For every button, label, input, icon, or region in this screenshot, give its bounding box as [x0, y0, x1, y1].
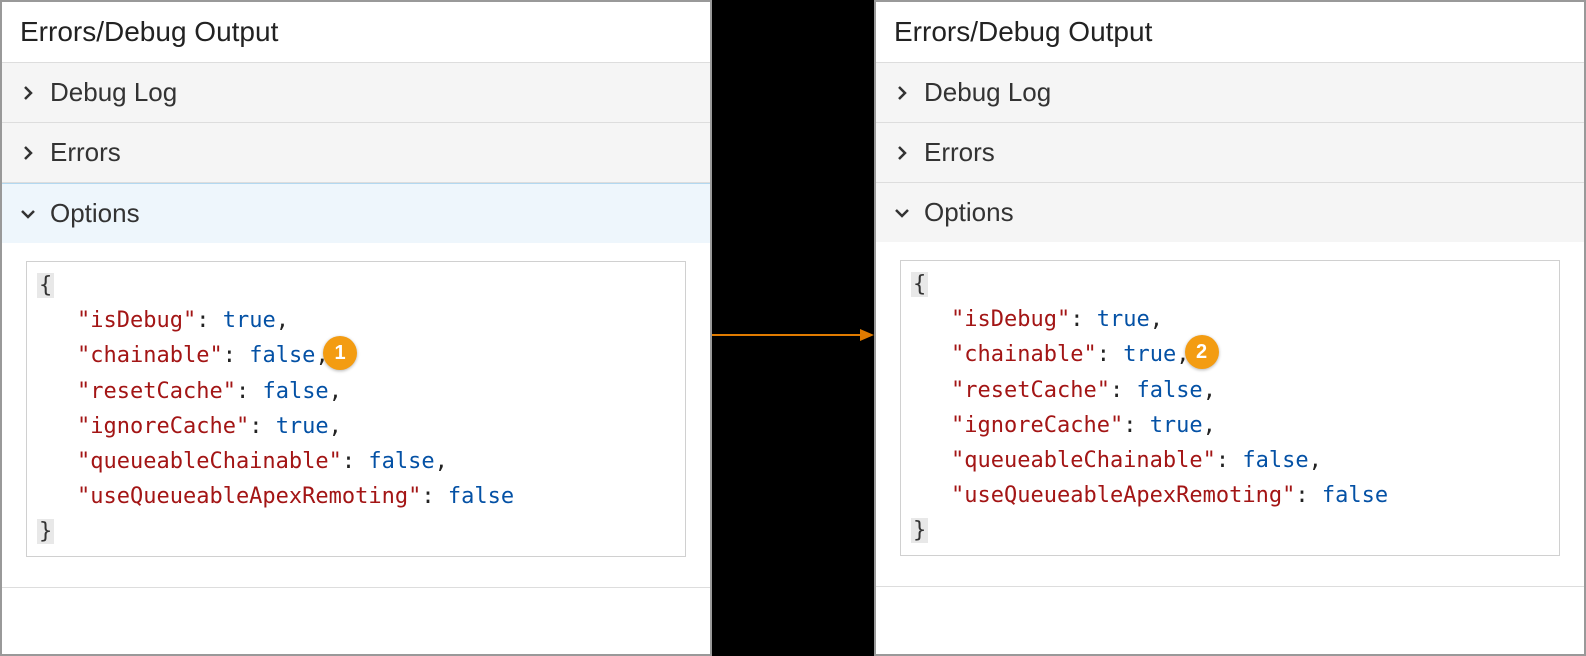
- chevron-down-icon: [20, 206, 36, 222]
- accordion-header-errors[interactable]: Errors: [876, 123, 1584, 182]
- accordion-label: Errors: [924, 137, 995, 168]
- chevron-right-icon: [20, 145, 36, 161]
- accordion-label: Options: [924, 197, 1014, 228]
- accordion-item-options: Options {"isDebug": true,"chainable": fa…: [2, 183, 710, 588]
- accordion-label: Options: [50, 198, 140, 229]
- accordion-body-options: {"isDebug": true,"chainable": true,2"res…: [876, 242, 1584, 586]
- accordion-label: Debug Log: [924, 77, 1051, 108]
- accordion-item-debug-log: Debug Log: [2, 63, 710, 123]
- chevron-down-icon: [894, 205, 910, 221]
- chevron-right-icon: [894, 145, 910, 161]
- options-json-editor[interactable]: {"isDebug": true,"chainable": true,2"res…: [900, 260, 1560, 556]
- accordion-header-debug-log[interactable]: Debug Log: [2, 63, 710, 122]
- accordion-label: Debug Log: [50, 77, 177, 108]
- debug-panel-after: Errors/Debug Output Debug Log Errors Opt…: [874, 0, 1586, 656]
- accordion-header-errors[interactable]: Errors: [2, 123, 710, 182]
- accordion-header-debug-log[interactable]: Debug Log: [876, 63, 1584, 122]
- options-json-editor[interactable]: {"isDebug": true,"chainable": false,1"re…: [26, 261, 686, 557]
- accordion-item-options: Options {"isDebug": true,"chainable": tr…: [876, 183, 1584, 587]
- chevron-right-icon: [894, 85, 910, 101]
- debug-panel-before: Errors/Debug Output Debug Log Errors Opt…: [0, 0, 712, 656]
- callout-badge: 2: [1185, 335, 1219, 369]
- accordion-body-options: {"isDebug": true,"chainable": false,1"re…: [2, 243, 710, 587]
- callout-badge: 1: [323, 336, 357, 370]
- accordion-item-errors: Errors: [876, 123, 1584, 183]
- transition-arrow-icon: [712, 325, 874, 345]
- accordion-header-options[interactable]: Options: [876, 183, 1584, 242]
- accordion-header-options[interactable]: Options: [2, 183, 710, 244]
- accordion-label: Errors: [50, 137, 121, 168]
- panel-title: Errors/Debug Output: [876, 2, 1584, 63]
- chevron-right-icon: [20, 85, 36, 101]
- accordion-item-debug-log: Debug Log: [876, 63, 1584, 123]
- panel-title: Errors/Debug Output: [2, 2, 710, 63]
- accordion-item-errors: Errors: [2, 123, 710, 183]
